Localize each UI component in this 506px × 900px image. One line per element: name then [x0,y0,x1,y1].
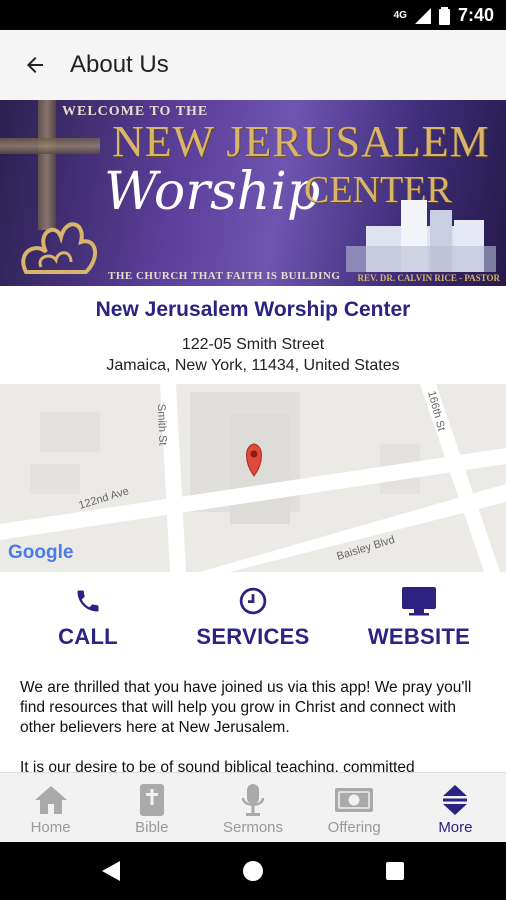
phone-icon [77,590,99,612]
services-label: SERVICES [196,624,310,649]
google-logo: Google [8,542,73,563]
home-icon [34,786,67,814]
clock-time: 7:40 [457,5,494,25]
call-button[interactable]: CALL [4,584,172,650]
about-text: We are thrilled that you have joined us … [20,678,486,772]
location-map[interactable]: Smith St 122nd Ave 166th St Baisley Blvd… [0,384,506,572]
nav-home-label: Home [30,819,71,836]
church-address: 122-05 Smith Street Jamaica, New York, 1… [0,334,506,376]
cross-bar [0,138,100,154]
call-label: CALL [58,624,118,649]
nav-sermons[interactable]: Sermons [202,773,303,842]
signal-icon [414,7,431,24]
flame-logo-icon [21,222,97,274]
about-paragraph-1: We are thrilled that you have joined us … [20,679,472,736]
system-back-icon[interactable] [100,860,122,882]
monitor-icon [402,587,436,616]
cross-image [38,100,56,230]
page-title: About Us [70,51,169,78]
church-info: New Jerusalem Worship Center 122-05 Smit… [0,286,506,384]
arrow-left-icon [27,57,43,73]
system-recents-icon[interactable] [385,861,405,881]
action-row: CALL SERVICES WEBSITE [0,584,506,664]
nav-bible-label: Bible [135,819,169,836]
battery-icon [438,6,450,25]
system-nav-bar [0,842,506,900]
address-street: 122-05 Smith Street [181,336,325,353]
bible-icon [139,784,164,816]
nav-offering-label: Offering [327,819,381,836]
address-city: Jamaica, New York, 11434, United States [106,357,400,374]
app-bar: About Us [0,30,506,100]
back-button[interactable] [0,30,70,100]
nav-sermons-label: Sermons [222,819,284,836]
system-home-icon[interactable] [242,860,264,882]
banner-line1: NEW JERUSALEM [112,117,490,166]
website-label: WEBSITE [367,624,471,649]
about-paragraph-2: It is our desire to be of sound biblical… [20,759,415,772]
nav-bible[interactable]: Bible [101,773,202,842]
website-button[interactable]: WEBSITE [335,584,503,650]
money-icon [335,788,374,812]
microphone-icon [241,784,265,816]
nav-more-label: More [438,819,473,836]
nav-home[interactable]: Home [0,773,101,842]
banner-pastor: REV. DR. CALVIN RICE - PASTOR [357,273,500,283]
street-label-smith: Smith St [155,404,168,446]
church-name: New Jerusalem Worship Center [95,298,411,321]
more-icon [443,785,468,815]
nav-offering[interactable]: Offering [304,773,405,842]
bottom-nav: Home Bible Sermons Offering More [0,772,506,842]
nav-more[interactable]: More [405,773,506,842]
church-building-image [346,200,496,272]
network-label: 4G [393,10,407,21]
church-banner: WELCOME TO THE NEW JERUSALEM Worship CEN… [0,100,506,286]
clock-icon [239,587,267,615]
status-bar: 4G 7:40 [0,0,506,30]
services-button[interactable]: SERVICES [169,584,337,650]
banner-tagline: THE CHURCH THAT FAITH IS BUILDING [108,270,341,282]
banner-line2: Worship [104,162,321,222]
map-canvas: Smith St 122nd Ave 166th St Baisley Blvd… [0,384,506,572]
